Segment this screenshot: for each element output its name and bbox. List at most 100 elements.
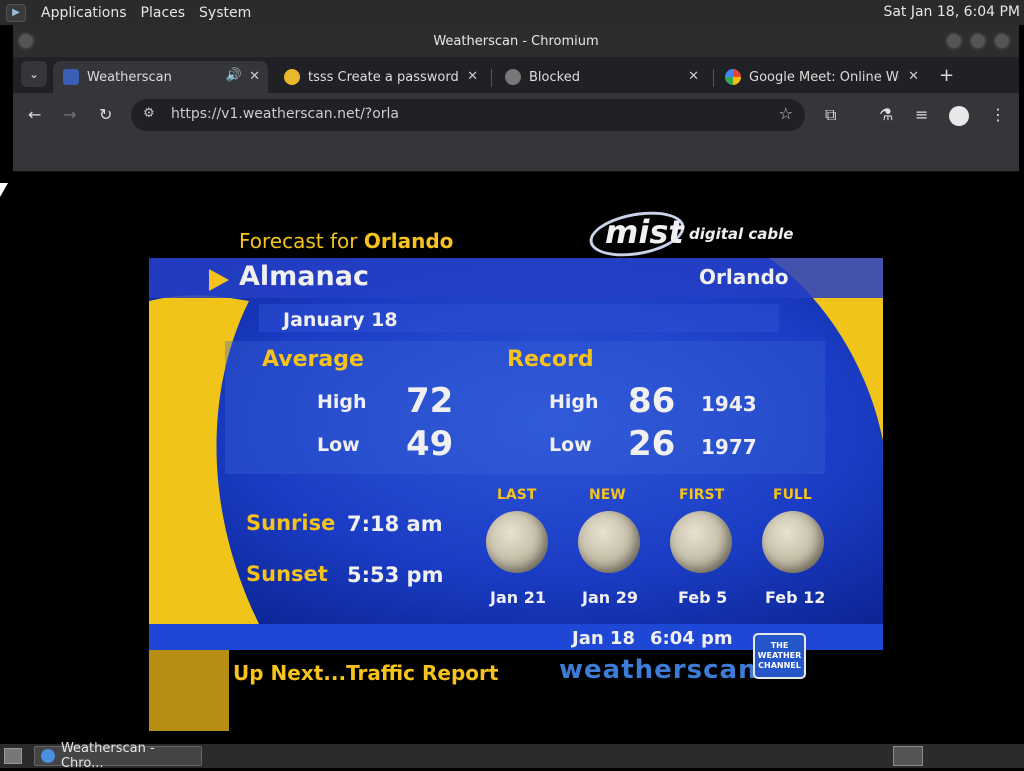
bottom-time: 6:04 pm [650, 628, 733, 649]
record-low-year: 1977 [701, 435, 757, 459]
tab-divider [713, 69, 714, 87]
bookmark-star-icon[interactable]: ☆ [779, 104, 793, 123]
forecast-city: Orlando [363, 229, 454, 253]
sunrise-time: 7:18 am [347, 512, 443, 536]
sponsor-logo: mist [605, 213, 684, 251]
close-tab-icon[interactable]: ✕ [249, 69, 260, 84]
window-titlebar[interactable]: Weatherscan - Chromium [13, 25, 1019, 57]
weatherscan-screen: Forecast for Orlando mist digital cable … [149, 181, 883, 731]
play-triangle-icon [209, 269, 229, 291]
profile-avatar-icon[interactable] [949, 106, 969, 126]
url-text[interactable]: https://v1.weatherscan.net/?orla [171, 106, 399, 122]
media-queue-icon[interactable]: ≡ [915, 105, 928, 124]
top-panel: ▶ Applications Places System Sat Jan 18,… [0, 0, 1024, 25]
show-desktop-icon[interactable] [4, 748, 22, 764]
menu-applications[interactable]: Applications [34, 5, 134, 21]
weatherscan-brand: weatherscan [559, 655, 758, 685]
tab-blocked[interactable]: Blocked ✕ [495, 61, 707, 93]
average-low-label: Low [317, 434, 360, 456]
section-title: Almanac [239, 261, 369, 292]
record-heading: Record [507, 347, 594, 372]
section-city: Orlando [699, 265, 789, 289]
close-tab-icon[interactable]: ✕ [908, 69, 919, 84]
tab-title: Blocked [529, 69, 580, 85]
maximize-icon[interactable] [969, 32, 987, 50]
google-favicon-icon [725, 69, 741, 85]
moon-phase-label: FIRST [679, 487, 725, 503]
close-window-icon[interactable] [993, 32, 1011, 50]
new-tab-plus-icon[interactable]: + [939, 65, 954, 86]
menu-system[interactable]: System [192, 5, 258, 21]
moon-phase-label: LAST [497, 487, 537, 503]
browser-toolbar: ← → ↻ ⚙ https://v1.weatherscan.net/?orla… [13, 93, 1019, 137]
sponsor-tagline: digital cable [689, 225, 794, 243]
forward-arrow-icon[interactable]: → [63, 105, 76, 124]
moon-phase-date: Jan 29 [582, 588, 638, 607]
reload-icon[interactable]: ↻ [99, 105, 112, 124]
labs-flask-icon[interactable]: ⚗ [879, 105, 893, 124]
moon-phase-date: Feb 12 [765, 588, 826, 607]
tab-search-chevron-icon[interactable]: ⌄ [21, 61, 47, 87]
average-high-value: 72 [406, 381, 454, 421]
speaker-icon[interactable]: 🔊 [226, 68, 242, 83]
up-next-text: Up Next...Traffic Report [233, 661, 499, 685]
page-content: Forecast for Orlando mist digital cable … [13, 172, 1019, 741]
site-info-icon[interactable]: ⚙ [143, 106, 155, 121]
address-bar[interactable]: ⚙ https://v1.weatherscan.net/?orla ☆ [131, 99, 805, 131]
workspace-switcher-icon[interactable] [893, 746, 923, 766]
gnome-foot-icon[interactable]: ▶ [6, 3, 26, 22]
taskbar-window-button[interactable]: Weatherscan - Chro... [34, 741, 202, 771]
tab-strip: ⌄ Weatherscan 🔊 ✕ tsss Create a password… [13, 57, 1019, 93]
bookmark-bar [13, 137, 1019, 172]
bottom-taskbar: Weatherscan - Chro... [0, 741, 1024, 771]
tab-google-meet[interactable]: Google Meet: Online Web ✕ [715, 61, 927, 93]
record-high-label: High [549, 391, 599, 413]
taskbar-window-label: Weatherscan - Chro... [60, 741, 155, 771]
moon-phase-date: Feb 5 [678, 588, 728, 607]
record-high-year: 1943 [701, 392, 757, 416]
forecast-label: Forecast for Orlando [239, 229, 453, 253]
menu-places[interactable]: Places [134, 5, 193, 21]
sunset-label: Sunset [246, 562, 328, 586]
minimize-icon[interactable] [945, 32, 963, 50]
tab-tsss[interactable]: tsss Create a password-p ✕ [274, 61, 486, 93]
window-title: Weatherscan - Chromium [433, 33, 599, 49]
moon-last-quarter-icon [486, 511, 548, 573]
moon-new-icon [578, 511, 640, 573]
close-tab-icon[interactable]: ✕ [688, 69, 699, 84]
forecast-label-text: Forecast for [239, 229, 358, 253]
emoji-favicon-icon [284, 69, 300, 85]
mouse-cursor-icon [0, 183, 8, 197]
moon-first-quarter-icon [670, 511, 732, 573]
moon-phase-label: FULL [773, 487, 812, 503]
kebab-menu-icon[interactable]: ⋮ [990, 105, 1006, 124]
tab-title: Weatherscan [87, 69, 172, 85]
average-high-label: High [317, 391, 367, 413]
moon-full-icon [762, 511, 824, 573]
twc-logo-icon: THE WEATHER CHANNEL [753, 633, 806, 679]
average-low-value: 49 [406, 424, 454, 464]
tab-divider [491, 69, 492, 87]
sunrise-label: Sunrise [246, 511, 336, 535]
record-low-label: Low [549, 434, 592, 456]
record-high-value: 86 [628, 381, 676, 421]
extensions-puzzle-icon[interactable]: ⧉ [825, 105, 836, 125]
browser-window: Weatherscan - Chromium ⌄ Weatherscan 🔊 ✕… [13, 25, 1019, 741]
globe-favicon-icon [505, 69, 521, 85]
moon-phase-label: NEW [589, 487, 626, 503]
window-menu-icon[interactable] [17, 32, 35, 50]
back-arrow-icon[interactable]: ← [28, 105, 41, 124]
close-tab-icon[interactable]: ✕ [467, 69, 478, 84]
bottom-date: Jan 18 [572, 628, 635, 649]
average-heading: Average [262, 347, 364, 372]
chromium-icon [41, 749, 55, 763]
moon-phase-date: Jan 21 [490, 588, 546, 607]
tab-title: Google Meet: Online Web [749, 69, 899, 85]
almanac-date: January 18 [283, 309, 398, 331]
weatherscan-favicon-icon [63, 69, 79, 85]
sunset-time: 5:53 pm [347, 563, 444, 587]
tab-title: tsss Create a password-p [308, 69, 458, 85]
twc-logo-text: THE WEATHER CHANNEL [757, 641, 802, 670]
tab-weatherscan[interactable]: Weatherscan 🔊 ✕ [53, 61, 268, 93]
panel-clock[interactable]: Sat Jan 18, 6:04 PM [883, 4, 1020, 20]
